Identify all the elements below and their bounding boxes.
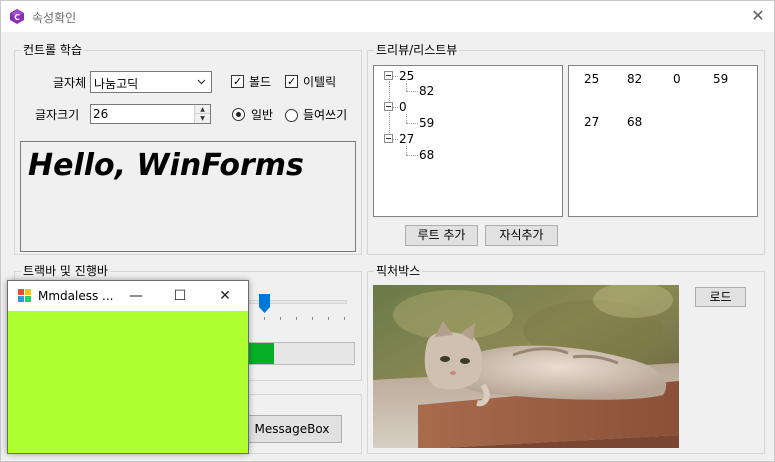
check-icon: ✓ [287, 75, 297, 88]
tree-view[interactable]: 25 82 0 59 27 68 [373, 65, 563, 217]
tree-child-node[interactable]: 82 [419, 84, 434, 98]
stepper-down-icon[interactable]: ▼ [195, 114, 210, 123]
list-view[interactable]: 25 82 0 59 27 68 [568, 65, 758, 217]
tree-child-node[interactable]: 68 [419, 148, 434, 162]
check-icon: ✓ [233, 75, 243, 88]
controls-group-title: 컨트롤 학습 [21, 43, 85, 57]
child-window-client-area[interactable] [8, 311, 248, 453]
trackbar-tick [280, 317, 281, 320]
tree-node[interactable]: 0 [399, 100, 407, 114]
add-root-button[interactable]: 루트 추가 [405, 225, 478, 246]
trackbar-tick [344, 317, 345, 320]
sample-text-box: Hello, WinForms [20, 141, 356, 252]
child-window[interactable]: Mmdaless ... — ☐ ✕ [7, 280, 249, 454]
font-combo[interactable]: 나눔고딕 [90, 71, 212, 93]
load-button[interactable]: 로드 [695, 287, 746, 307]
indent-radio[interactable] [285, 109, 298, 122]
font-combo-value: 나눔고딕 [94, 77, 139, 91]
list-item[interactable]: 0 [673, 72, 681, 86]
slider-thumb-icon[interactable] [259, 294, 270, 313]
title-bar[interactable]: C 속성확인 ✕ [1, 1, 774, 32]
progress-fill [245, 343, 274, 364]
italic-label[interactable]: 이텔릭 [303, 75, 336, 89]
normal-label[interactable]: 일반 [251, 108, 273, 122]
tree-child-node[interactable]: 59 [419, 116, 434, 130]
close-button[interactable]: ✕ [210, 284, 240, 308]
bold-label[interactable]: 볼드 [249, 75, 271, 89]
child-window-title: Mmdaless ... [38, 289, 114, 303]
stepper-buttons: ▲ ▼ [194, 105, 210, 123]
stepper-up-icon[interactable]: ▲ [195, 105, 210, 114]
list-item[interactable]: 82 [627, 72, 642, 86]
add-child-button[interactable]: 자식추가 [485, 225, 558, 246]
messagebox-button[interactable]: MessageBox [242, 415, 342, 443]
list-item[interactable]: 25 [584, 72, 599, 86]
trackbar-tick [328, 317, 329, 320]
indent-label[interactable]: 들여쓰기 [303, 108, 347, 122]
trackbar-tick [296, 317, 297, 320]
tree-list-group-title: 트리뷰/리스트뷰 [374, 43, 460, 57]
tree-collapse-icon[interactable] [384, 102, 393, 111]
size-label: 글자크기 [35, 108, 80, 122]
sample-text: Hello, WinForms [28, 148, 304, 183]
maximize-button[interactable]: ☐ [165, 284, 195, 308]
winforms-app-icon [18, 289, 31, 302]
window-title: 속성확인 [32, 11, 77, 25]
trackbar-track[interactable] [241, 300, 347, 304]
trackbar-tick [264, 317, 265, 320]
list-item[interactable]: 27 [584, 115, 599, 129]
window-close-button[interactable]: ✕ [746, 6, 770, 26]
minimize-button[interactable]: — [121, 284, 151, 308]
italic-checkbox[interactable]: ✓ [285, 75, 298, 88]
svg-text:C: C [14, 13, 20, 22]
chevron-down-icon [197, 79, 206, 85]
radio-selected-dot [236, 112, 241, 117]
size-stepper-value: 26 [93, 107, 109, 121]
trackbar-group-title: 트랙바 및 진행바 [21, 264, 110, 278]
font-label: 글자체 [53, 76, 87, 90]
tree-collapse-icon[interactable] [384, 134, 393, 143]
cat-picture [373, 285, 679, 448]
progress-bar [244, 342, 355, 365]
csharp-app-icon: C [10, 9, 24, 24]
picture-group-title: 픽처박스 [374, 264, 423, 278]
tree-node[interactable]: 25 [399, 69, 414, 83]
list-item[interactable]: 68 [627, 115, 642, 129]
list-item[interactable]: 59 [713, 72, 728, 86]
size-stepper[interactable]: 26 ▲ ▼ [90, 104, 211, 124]
tree-node[interactable]: 27 [399, 132, 414, 146]
tree-collapse-icon[interactable] [384, 71, 393, 80]
bold-checkbox[interactable]: ✓ [231, 75, 244, 88]
normal-radio[interactable] [232, 108, 245, 121]
trackbar-tick [312, 317, 313, 320]
